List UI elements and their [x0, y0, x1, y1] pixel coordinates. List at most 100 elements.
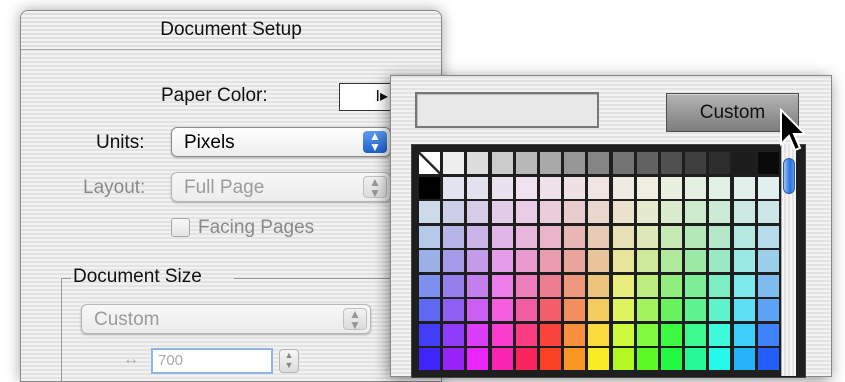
- color-swatch[interactable]: [612, 299, 634, 321]
- color-swatch[interactable]: [467, 250, 489, 272]
- palette-scrollbar[interactable]: [781, 144, 796, 376]
- color-swatch[interactable]: [491, 250, 513, 272]
- color-swatch[interactable]: [419, 201, 440, 223]
- color-swatch[interactable]: [588, 348, 610, 370]
- color-swatch[interactable]: [540, 348, 561, 370]
- color-swatch[interactable]: [588, 201, 610, 223]
- color-swatch[interactable]: [709, 299, 731, 321]
- color-swatch[interactable]: [685, 348, 707, 370]
- color-swatch[interactable]: [467, 176, 489, 199]
- color-swatch[interactable]: [491, 201, 513, 223]
- size-preset-popup[interactable]: Custom ▲ ▼: [81, 304, 371, 334]
- color-swatch[interactable]: [757, 225, 779, 248]
- color-swatch[interactable]: [685, 274, 707, 297]
- units-popup[interactable]: Pixels ▲ ▼: [171, 127, 391, 157]
- color-swatch[interactable]: [515, 201, 537, 223]
- color-swatch[interactable]: [612, 323, 634, 346]
- color-swatch[interactable]: [419, 250, 440, 272]
- color-swatch[interactable]: [733, 201, 755, 223]
- color-swatch[interactable]: [757, 299, 779, 321]
- color-swatch[interactable]: [636, 274, 658, 297]
- color-swatch[interactable]: [491, 274, 513, 297]
- color-swatch[interactable]: [733, 152, 755, 174]
- color-swatch[interactable]: [661, 348, 682, 370]
- color-swatch[interactable]: [515, 348, 537, 370]
- color-swatch[interactable]: [588, 323, 610, 346]
- color-swatch[interactable]: [733, 176, 755, 199]
- color-swatch[interactable]: [685, 201, 707, 223]
- color-swatch[interactable]: [515, 250, 537, 272]
- color-swatch[interactable]: [612, 250, 634, 272]
- color-swatch[interactable]: [443, 274, 465, 297]
- color-swatch[interactable]: [564, 250, 586, 272]
- color-swatch[interactable]: [540, 323, 561, 346]
- color-swatch[interactable]: [540, 225, 561, 248]
- color-swatch[interactable]: [636, 250, 658, 272]
- color-swatch[interactable]: [419, 274, 440, 297]
- color-swatch[interactable]: [636, 225, 658, 248]
- color-swatch[interactable]: [661, 323, 682, 346]
- color-swatch[interactable]: [661, 274, 682, 297]
- color-swatch[interactable]: [709, 274, 731, 297]
- color-swatch[interactable]: [733, 323, 755, 346]
- color-swatch[interactable]: [419, 299, 440, 321]
- color-swatch[interactable]: [467, 323, 489, 346]
- color-swatch[interactable]: [757, 250, 779, 272]
- color-swatch[interactable]: [419, 348, 440, 370]
- color-swatch[interactable]: [515, 299, 537, 321]
- color-swatch[interactable]: [661, 299, 682, 321]
- color-swatch[interactable]: [564, 201, 586, 223]
- color-swatch[interactable]: [419, 176, 440, 199]
- color-swatch[interactable]: [588, 152, 610, 174]
- color-swatch[interactable]: [540, 152, 561, 174]
- color-swatch[interactable]: [491, 348, 513, 370]
- color-swatch[interactable]: [612, 274, 634, 297]
- color-swatch[interactable]: [491, 225, 513, 248]
- color-swatch[interactable]: [564, 299, 586, 321]
- color-swatch[interactable]: [661, 250, 682, 272]
- color-swatch[interactable]: [491, 176, 513, 199]
- color-swatch[interactable]: [685, 323, 707, 346]
- color-swatch[interactable]: [443, 201, 465, 223]
- color-swatch[interactable]: [419, 152, 440, 174]
- width-input[interactable]: 700: [151, 348, 273, 374]
- color-swatch[interactable]: [540, 274, 561, 297]
- layout-popup[interactable]: Full Page ▲ ▼: [171, 172, 391, 202]
- color-swatch[interactable]: [661, 225, 682, 248]
- color-swatch[interactable]: [588, 176, 610, 199]
- color-swatch[interactable]: [564, 348, 586, 370]
- color-swatch[interactable]: [636, 348, 658, 370]
- color-swatch[interactable]: [733, 250, 755, 272]
- color-swatch[interactable]: [467, 348, 489, 370]
- color-swatch[interactable]: [443, 225, 465, 248]
- color-swatch[interactable]: [757, 348, 779, 370]
- color-swatch[interactable]: [757, 274, 779, 297]
- color-swatch[interactable]: [636, 176, 658, 199]
- color-swatch[interactable]: [757, 201, 779, 223]
- color-swatch[interactable]: [661, 176, 682, 199]
- color-swatch[interactable]: [564, 176, 586, 199]
- color-swatch[interactable]: [612, 225, 634, 248]
- color-swatch[interactable]: [564, 152, 586, 174]
- color-swatch[interactable]: [733, 348, 755, 370]
- color-swatch[interactable]: [636, 299, 658, 321]
- facing-pages-checkbox[interactable]: [171, 218, 190, 237]
- color-swatch[interactable]: [515, 152, 537, 174]
- color-swatch[interactable]: [612, 152, 634, 174]
- color-swatch[interactable]: [588, 225, 610, 248]
- color-swatch[interactable]: [757, 323, 779, 346]
- color-swatch[interactable]: [491, 152, 513, 174]
- color-swatch[interactable]: [709, 348, 731, 370]
- color-swatch[interactable]: [612, 176, 634, 199]
- color-swatch[interactable]: [685, 250, 707, 272]
- color-swatch[interactable]: [491, 323, 513, 346]
- color-swatch[interactable]: [588, 274, 610, 297]
- color-swatch[interactable]: [588, 299, 610, 321]
- color-swatch[interactable]: [636, 152, 658, 174]
- width-stepper[interactable]: ▲ ▼: [279, 349, 299, 373]
- color-swatch[interactable]: [467, 274, 489, 297]
- paper-color-swatch-button[interactable]: I▸: [339, 83, 393, 111]
- scrollbar-thumb[interactable]: [783, 158, 795, 194]
- color-swatch[interactable]: [733, 225, 755, 248]
- color-swatch[interactable]: [685, 299, 707, 321]
